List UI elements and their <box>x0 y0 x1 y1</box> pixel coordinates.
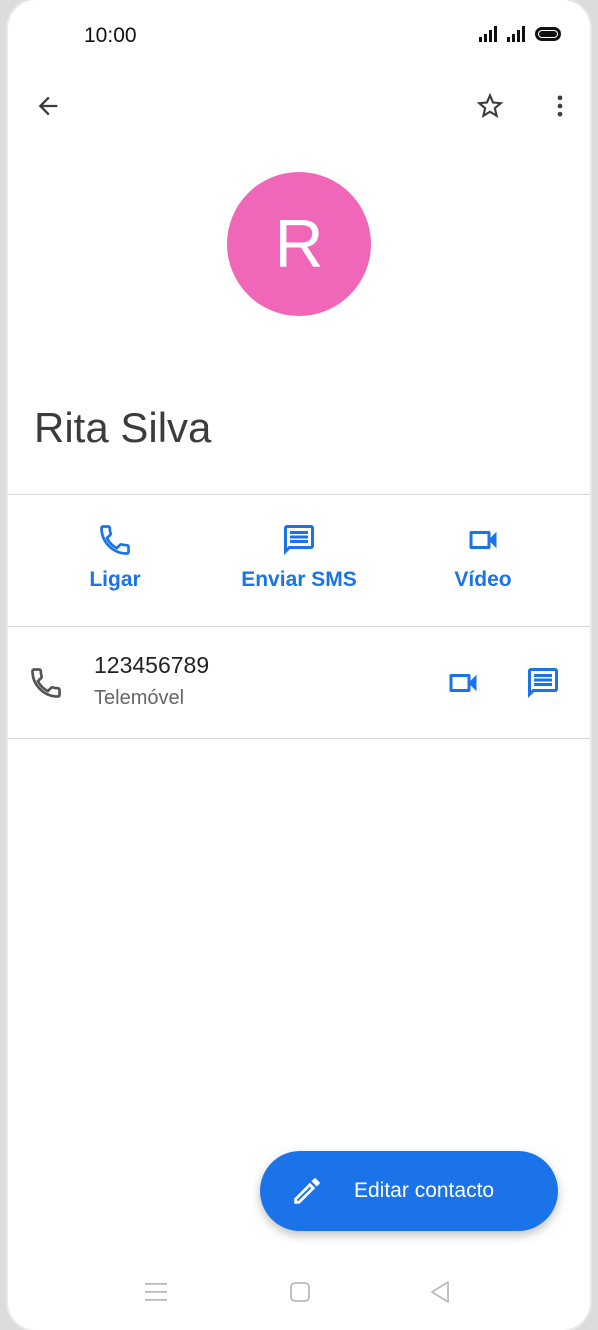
sms-action-label: Enviar SMS <box>241 568 357 591</box>
phone-number: 123456789 <box>94 652 210 678</box>
phone-type: Telemóvel <box>94 687 185 709</box>
videocam-icon <box>469 531 497 549</box>
home-button[interactable] <box>278 1272 322 1312</box>
status-time: 10:00 <box>84 24 137 47</box>
back-nav-button[interactable] <box>418 1272 462 1312</box>
call-action-label: Ligar <box>89 568 141 591</box>
star-outline-icon <box>476 92 504 118</box>
recent-apps-button[interactable] <box>134 1272 178 1312</box>
back-button[interactable] <box>28 86 68 126</box>
navigation-bar <box>8 1266 590 1316</box>
sms-action-button[interactable]: Enviar SMS <box>219 522 379 592</box>
edit-contact-label: Editar contacto <box>354 1179 495 1202</box>
more-options-button[interactable] <box>540 86 580 126</box>
contact-name: Rita Silva <box>34 404 212 451</box>
signal-icon <box>479 26 497 42</box>
edit-contact-button[interactable]: Editar contacto <box>260 1151 558 1231</box>
avatar: R <box>227 172 371 316</box>
phone-number-row[interactable]: 123456789 Telemóvel <box>8 627 590 738</box>
message-icon <box>284 525 314 555</box>
favorite-button[interactable] <box>470 86 510 126</box>
status-icons <box>478 26 564 42</box>
home-square-icon <box>290 1282 310 1302</box>
battery-icon <box>535 27 561 41</box>
signal-icon <box>507 26 525 42</box>
message-icon <box>528 668 558 698</box>
phone-icon <box>31 668 61 698</box>
phone-icon <box>100 525 130 555</box>
phone-screen: 10:00 R Rita Silva Ligar Enviar SMS Víde… <box>8 0 590 1330</box>
message-number-button[interactable] <box>521 661 565 705</box>
video-action-label: Vídeo <box>454 568 512 591</box>
pencil-icon <box>294 1178 320 1204</box>
divider <box>8 494 590 495</box>
more-vert-icon <box>557 95 563 117</box>
back-triangle-icon <box>431 1281 449 1303</box>
video-action-button[interactable]: Vídeo <box>403 522 563 592</box>
call-action-button[interactable]: Ligar <box>35 522 195 592</box>
video-call-number-button[interactable] <box>441 661 485 705</box>
divider <box>8 738 590 739</box>
videocam-icon <box>449 674 477 692</box>
arrow-back-icon <box>38 96 58 116</box>
menu-icon <box>145 1283 167 1301</box>
